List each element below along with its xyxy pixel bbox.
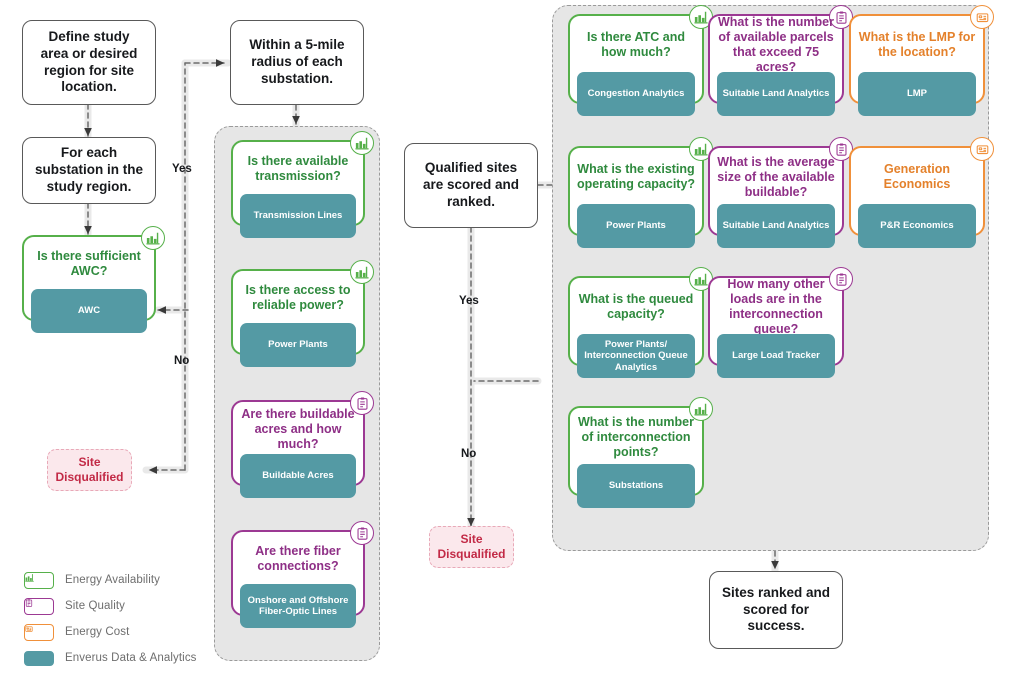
edge-label-no-1: No [174, 355, 189, 367]
process-box-five-mile-radius: Within a 5-mile radius of each substatio… [230, 20, 364, 105]
legend: Energy Availability Site Quality Energy … [24, 568, 254, 672]
process-box-for-each-substation: For each substation in the study region. [22, 137, 156, 204]
process-box-qualified-sites: Qualified sites are scored and ranked. [404, 143, 538, 228]
terminal-label: Site Disqualified [55, 455, 124, 484]
card-data-pill[interactable]: Power Plants [240, 323, 356, 367]
edge-label-text: Yes [459, 295, 479, 307]
edge-label-text: No [174, 355, 190, 367]
legend-label: Site Quality [65, 600, 126, 612]
legend-swatch-enverus-data [24, 650, 54, 666]
edge-label-no-2: No [461, 448, 476, 460]
legend-swatch-energy-cost [24, 623, 54, 641]
card-data-pill[interactable]: Power Plants [577, 204, 695, 248]
card-data-pill[interactable]: AWC [31, 289, 147, 333]
card-data-pill[interactable]: Congestion Analytics [577, 72, 695, 116]
card-awc[interactable]: Is there sufficient AWC? AWC [22, 226, 165, 333]
edge-label-yes-1: Yes [172, 163, 192, 175]
power-plant-icon [25, 573, 53, 582]
card-question: How many other loads are in the intercon… [727, 277, 825, 336]
card-data-pill[interactable]: Suitable Land Analytics [717, 204, 835, 248]
card-question: What is the number of interconnection po… [578, 414, 694, 459]
legend-item-energy-cost: Energy Cost [24, 620, 254, 644]
card-existing-operating-capacity[interactable]: What is the existing operating capacity?… [568, 137, 713, 248]
edge-label-yes-2: Yes [459, 295, 479, 307]
card-queued-capacity[interactable]: What is the queued capacity? Power Plant… [568, 267, 713, 378]
money-icon [25, 625, 53, 633]
card-question: What is the queued capacity? [578, 292, 694, 321]
card-buildable-acres[interactable]: Are there buildable acres and how much? … [231, 391, 374, 498]
card-data-pill[interactable]: Substations [577, 464, 695, 508]
card-interconnection-points[interactable]: What is the number of interconnection po… [568, 397, 713, 508]
clipboard-icon [25, 598, 53, 607]
legend-swatch-site-quality [24, 597, 54, 615]
card-data-pill[interactable]: Transmission Lines [240, 194, 356, 238]
terminal-site-disqualified-2: Site Disqualified [429, 526, 514, 568]
card-question: What is the average size of the availabl… [717, 154, 835, 199]
card-question: Is there sufficient AWC? [37, 249, 141, 278]
card-generation-economics[interactable]: Generation Economics P&R Economics [849, 137, 994, 248]
card-reliable-power[interactable]: Is there access to reliable power? Power… [231, 260, 374, 367]
card-question: Is there access to reliable power? [245, 283, 351, 312]
card-other-loads-queue[interactable]: How many other loads are in the intercon… [708, 267, 853, 378]
legend-item-energy-availability: Energy Availability [24, 568, 254, 592]
legend-label: Energy Cost [65, 626, 130, 638]
process-box-label: Sites ranked and scored for success. [721, 584, 831, 634]
legend-swatch-energy-availability [24, 571, 54, 589]
card-data-pill[interactable]: Power Plants/ Interconnection Queue Anal… [577, 334, 695, 378]
legend-label: Enverus Data & Analytics [65, 652, 197, 664]
card-question: Is there ATC and how much? [587, 30, 685, 59]
legend-item-site-quality: Site Quality [24, 594, 254, 618]
legend-label: Energy Availability [65, 574, 161, 586]
card-question: What is the LMP for the location? [858, 30, 976, 59]
card-average-buildable-size[interactable]: What is the average size of the availabl… [708, 137, 853, 248]
edge-label-text: No [461, 448, 477, 460]
legend-item-enverus-data: Enverus Data & Analytics [24, 646, 254, 670]
process-box-label: Define study area or desired region for … [40, 28, 138, 95]
process-box-label: For each substation in the study region. [35, 145, 143, 194]
process-box-define-study-area: Define study area or desired region for … [22, 20, 156, 105]
card-question: What is the number of available parcels … [718, 15, 834, 74]
process-box-sites-ranked: Sites ranked and scored for success. [709, 571, 843, 649]
terminal-site-disqualified-1: Site Disqualified [47, 449, 132, 491]
terminal-label: Site Disqualified [437, 532, 506, 561]
card-question: Are there fiber connections? [255, 544, 341, 573]
card-available-transmission[interactable]: Is there available transmission? Transmi… [231, 131, 374, 238]
edge-label-text: Yes [172, 163, 192, 175]
card-question: Generation Economics [883, 162, 951, 191]
card-question: What is the existing operating capacity? [576, 162, 696, 191]
process-box-label: Qualified sites are scored and ranked. [422, 160, 520, 209]
card-data-pill[interactable]: Buildable Acres [240, 454, 356, 498]
card-data-pill[interactable]: Large Load Tracker [717, 334, 835, 378]
card-atc[interactable]: Is there ATC and how much? Congestion An… [568, 5, 713, 116]
card-data-pill[interactable]: LMP [858, 72, 976, 116]
card-question: Are there buildable acres and how much? [241, 406, 355, 451]
card-data-pill[interactable]: Onshore and Offshore Fiber-Optic Lines [240, 584, 356, 628]
flowchart-diagram: Define study area or desired region for … [0, 0, 1024, 681]
card-data-pill[interactable]: Suitable Land Analytics [717, 72, 835, 116]
card-lmp[interactable]: What is the LMP for the location? LMP [849, 5, 994, 116]
card-question: Is there available transmission? [247, 154, 349, 183]
card-available-parcels[interactable]: What is the number of available parcels … [708, 5, 853, 116]
card-data-pill[interactable]: P&R Economics [858, 204, 976, 248]
process-box-label: Within a 5-mile radius of each substatio… [249, 37, 345, 86]
